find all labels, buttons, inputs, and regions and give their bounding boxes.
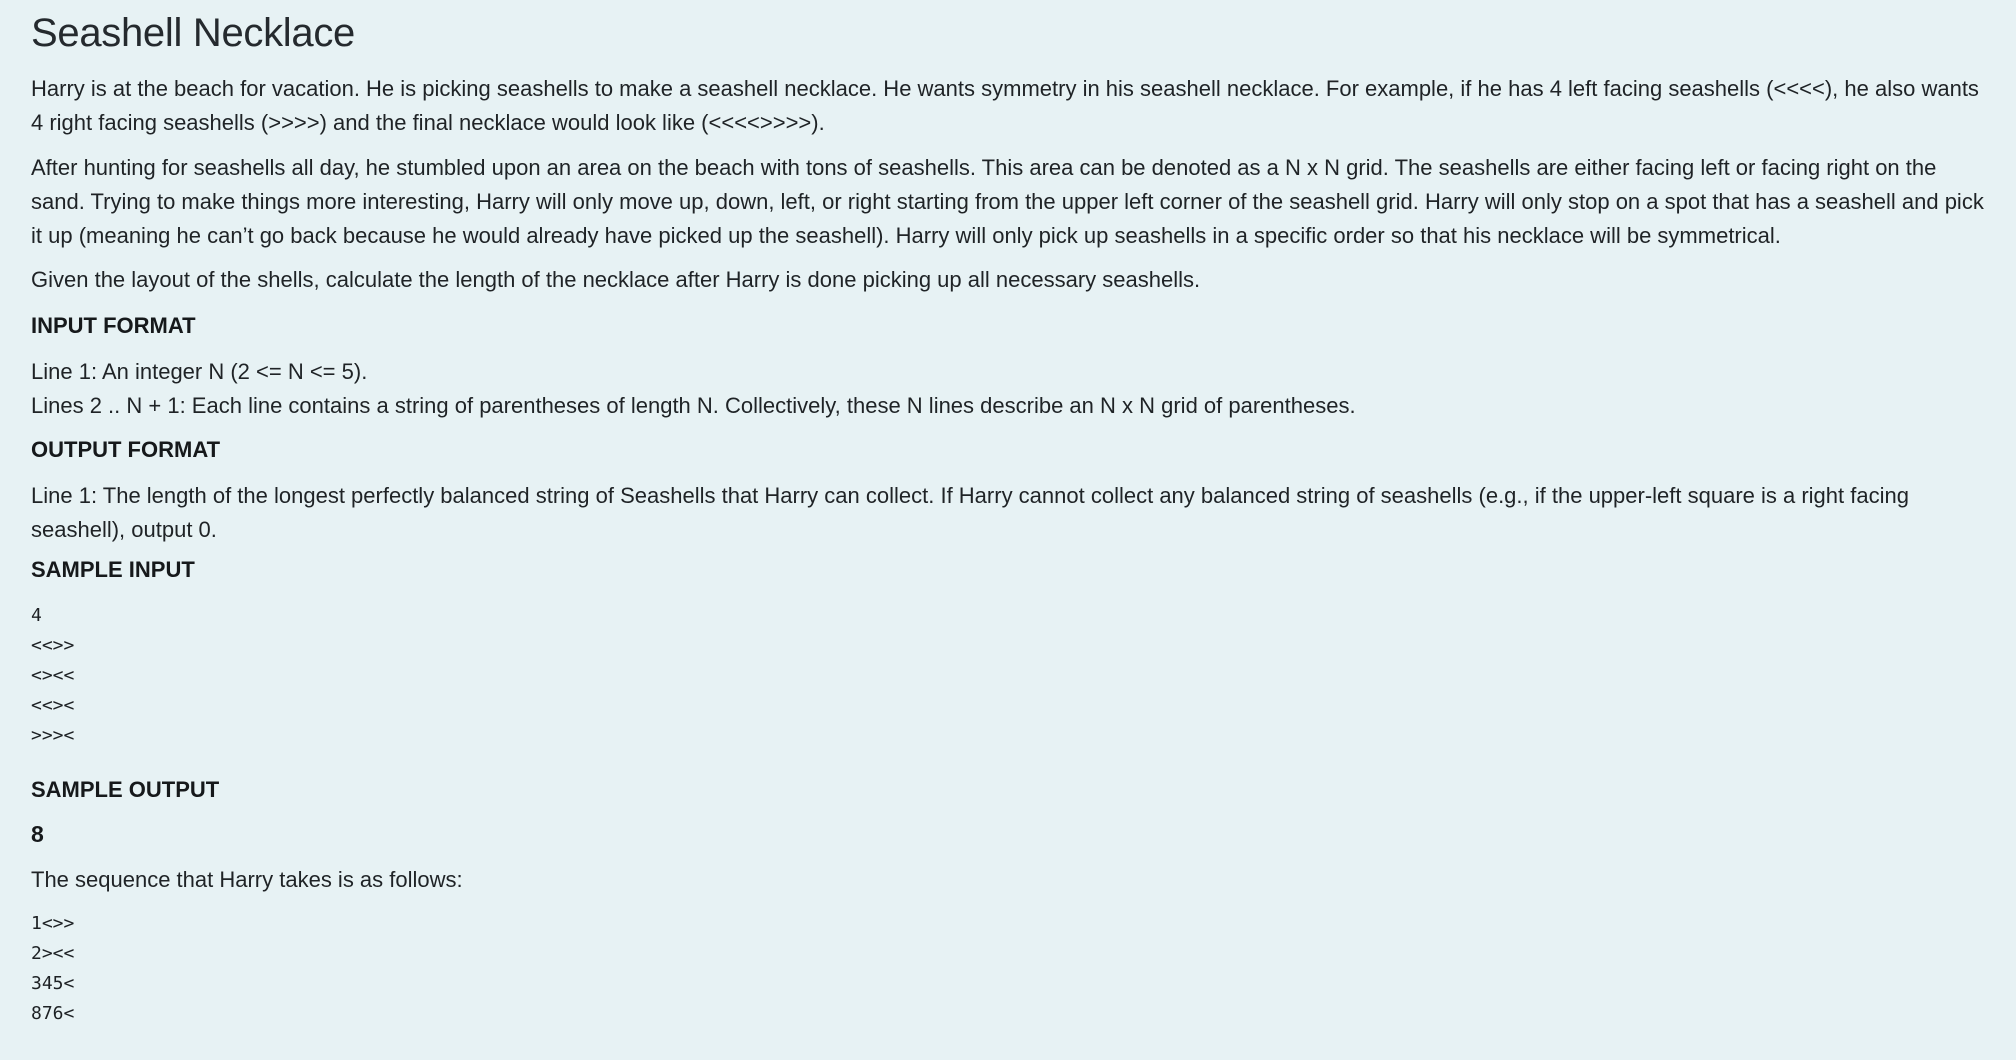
description-paragraph: After hunting for seashells all day, he … (31, 155, 1984, 248)
page-title: Seashell Necklace (31, 11, 355, 55)
sequence-line: 876< (31, 1003, 75, 1024)
input-format-block: Line 1: An integer N (2 <= N <= 5). Line… (31, 355, 1985, 423)
sample-input-block: 4 <<>> <><< <<>< >>>< (31, 601, 1985, 751)
problem-page: Seashell Necklace Harry is at the beach … (0, 0, 2016, 1060)
input-format-heading: INPUT FORMAT (31, 313, 196, 338)
output-format-heading: OUTPUT FORMAT (31, 437, 221, 462)
task-paragraph: Given the layout of the shells, calculat… (31, 267, 1201, 292)
sequence-line: 345< (31, 973, 75, 994)
sequence-block: 1<>> 2><< 345< 876< (31, 909, 1985, 1029)
sample-input-line: >>>< (31, 725, 75, 746)
input-format-line-2: Lines 2 .. N + 1: Each line contains a s… (31, 393, 1356, 418)
sequence-explanation: The sequence that Harry takes is as foll… (31, 867, 463, 892)
sample-output-heading: SAMPLE OUTPUT (31, 777, 220, 802)
input-format-line-1: Line 1: An integer N (2 <= N <= 5). (31, 359, 368, 384)
sample-input-line: <<>< (31, 695, 75, 716)
output-format-text: Line 1: The length of the longest perfec… (31, 483, 1909, 542)
sample-input-line: <><< (31, 665, 75, 686)
sequence-line: 2><< (31, 943, 75, 964)
sequence-line: 1<>> (31, 913, 75, 934)
sample-input-line: <<>> (31, 635, 75, 656)
sample-output-value: 8 (31, 821, 44, 847)
intro-paragraph: Harry is at the beach for vacation. He i… (31, 76, 1979, 135)
sample-input-heading: SAMPLE INPUT (31, 557, 195, 582)
sample-input-line: 4 (31, 605, 42, 626)
